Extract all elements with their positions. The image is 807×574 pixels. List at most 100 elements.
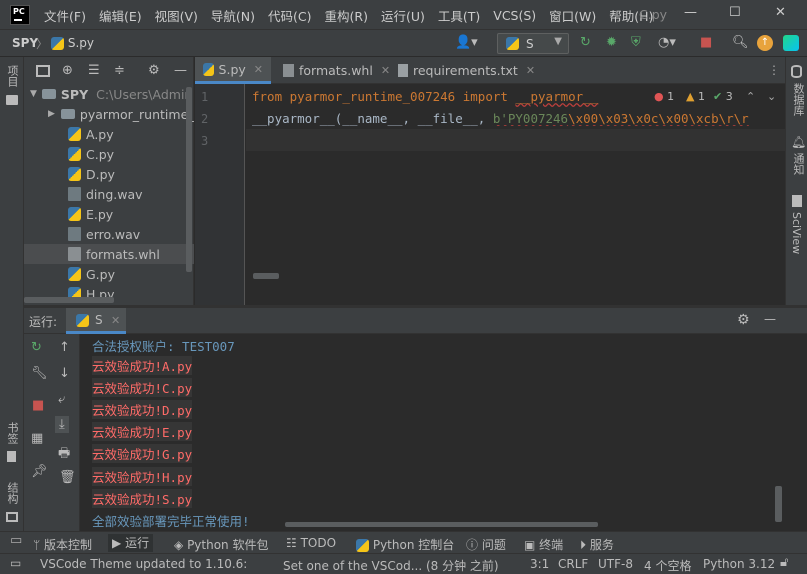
- close-icon[interactable]: ✕: [111, 314, 120, 327]
- file-encoding[interactable]: UTF-8: [598, 557, 633, 571]
- tool-problems[interactable]: ⓘ 问题: [466, 536, 506, 553]
- scroll-to-end-icon[interactable]: ⤓: [55, 416, 69, 433]
- python-interpreter[interactable]: Python 3.12: [703, 557, 775, 571]
- arrow-down-icon[interactable]: ↓: [59, 366, 70, 381]
- tree-item[interactable]: ▶ pyarmor_runtime_0: [24, 104, 194, 124]
- debug-icon[interactable]: ✹: [606, 35, 617, 50]
- breadcrumb-project[interactable]: SPY: [12, 36, 38, 50]
- print-icon[interactable]: 🖶: [58, 444, 70, 466]
- close-icon[interactable]: ✕: [775, 5, 786, 20]
- lock-icon[interactable]: 🔓︎: [780, 555, 788, 570]
- profile-icon[interactable]: ◔▾: [658, 35, 676, 50]
- caret-position[interactable]: 3:1: [530, 557, 549, 571]
- maximize-icon[interactable]: ☐: [729, 5, 741, 20]
- tree-item[interactable]: C.py: [24, 144, 194, 164]
- tab-formats-whl[interactable]: formats.whl ✕: [275, 57, 398, 84]
- tab-notifications[interactable]: 通知: [790, 153, 806, 175]
- close-icon[interactable]: ✕: [526, 64, 535, 77]
- inspection-errors[interactable]: ● 1: [654, 90, 674, 103]
- menu-navigate[interactable]: 导航(N): [211, 6, 255, 25]
- menu-run[interactable]: 运行(U): [381, 6, 425, 25]
- project-vscrollbar[interactable]: [186, 87, 192, 272]
- tree-item[interactable]: G.py: [24, 264, 194, 284]
- trash-icon[interactable]: 🗑︎: [59, 470, 76, 485]
- hide-icon[interactable]: —: [764, 312, 776, 326]
- tool-python-console[interactable]: Python 控制台: [356, 536, 454, 553]
- code-line-2[interactable]: __pyarmor__(__name__, __file__, b'PY0072…: [252, 111, 784, 126]
- tool-services[interactable]: ⏵ 服务: [580, 536, 614, 553]
- tab-sciview[interactable]: SciView: [790, 212, 803, 254]
- status-message-detail[interactable]: Set one of the VSCod... (8 分钟 之前): [283, 557, 499, 574]
- tab-structure[interactable]: 结构: [4, 482, 20, 504]
- run-tab-s[interactable]: S ✕: [66, 308, 126, 334]
- more-tabs-icon[interactable]: ⋮: [768, 63, 780, 77]
- code-line-1[interactable]: from pyarmor_runtime_007246 import __pya…: [252, 89, 598, 104]
- menu-edit[interactable]: 编辑(E): [99, 6, 142, 25]
- inspection-warnings[interactable]: ▲ 1: [686, 90, 705, 103]
- tool-run[interactable]: ▶ 运行: [108, 534, 154, 552]
- gear-icon[interactable]: ⚙: [737, 312, 750, 328]
- inspection-ok[interactable]: ✔ 3: [713, 90, 733, 103]
- soft-wrap-icon[interactable]: ⤶: [58, 392, 65, 407]
- menu-view[interactable]: 视图(V): [155, 6, 198, 25]
- tool-python-packages[interactable]: ◈ Python 软件包: [174, 536, 268, 553]
- hide-icon[interactable]: —: [174, 63, 187, 78]
- menu-code[interactable]: 代码(C): [268, 6, 311, 25]
- stop-icon[interactable]: ■: [700, 35, 712, 50]
- project-view-icon[interactable]: [36, 65, 50, 77]
- console-hscrollbar[interactable]: [285, 522, 598, 527]
- tree-item[interactable]: ding.wav: [24, 184, 194, 204]
- pin-icon[interactable]: 📌︎: [31, 464, 48, 479]
- tree-item-selected[interactable]: formats.whl: [24, 244, 194, 264]
- menu-refactor[interactable]: 重构(R): [325, 6, 368, 25]
- tool-vcs[interactable]: ᛘ 版本控制: [33, 536, 92, 553]
- breadcrumb-file[interactable]: S.py: [51, 36, 94, 50]
- coverage-icon[interactable]: ⛨: [631, 35, 641, 50]
- toolbox-icon[interactable]: [783, 35, 799, 51]
- tab-project[interactable]: 项目: [4, 65, 20, 87]
- menu-vcs[interactable]: VCS(S): [493, 8, 536, 23]
- toggle-panels-icon[interactable]: ▭: [10, 533, 22, 548]
- tree-item[interactable]: A.py: [24, 124, 194, 144]
- tool-terminal[interactable]: ▣ 终端: [524, 536, 563, 553]
- rerun-icon[interactable]: ↻: [580, 35, 591, 50]
- next-issue-icon[interactable]: ⌄: [767, 90, 776, 103]
- minimize-icon[interactable]: —: [684, 5, 697, 20]
- wrench-icon[interactable]: 🔧︎: [31, 366, 48, 381]
- menu-file[interactable]: 文件(F): [44, 6, 86, 25]
- user-icon[interactable]: 👤▾: [455, 35, 478, 50]
- arrow-up-icon[interactable]: ↑: [59, 340, 70, 355]
- close-icon[interactable]: ✕: [254, 63, 263, 76]
- tree-root[interactable]: ▼ SPY C:\Users\Admin: [24, 84, 194, 104]
- update-icon[interactable]: ↑: [757, 35, 773, 51]
- tree-item[interactable]: D.py: [24, 164, 194, 184]
- status-message[interactable]: VSCode Theme updated to 1.10.6:: [40, 557, 247, 571]
- collapse-all-icon[interactable]: ≑: [114, 63, 125, 78]
- layout-icon[interactable]: ▦: [31, 431, 43, 446]
- rerun-icon[interactable]: ↻: [31, 340, 42, 355]
- search-icon[interactable]: 🔍︎: [732, 35, 749, 50]
- line-separator[interactable]: CRLF: [558, 557, 588, 571]
- console-vscrollbar[interactable]: [775, 486, 782, 522]
- run-config-select[interactable]: S ▼: [497, 33, 569, 54]
- stop-icon[interactable]: ■: [32, 398, 44, 413]
- run-console[interactable]: 合法授权账户: TEST007 云效验成功!A.py 云效验成功!C.py 云效…: [80, 334, 807, 531]
- gear-icon[interactable]: ⚙: [148, 63, 160, 78]
- tree-item[interactable]: erro.wav: [24, 224, 194, 244]
- tab-s-py[interactable]: S.py ✕: [195, 57, 271, 84]
- project-hscrollbar[interactable]: [24, 297, 114, 303]
- prev-issue-icon[interactable]: ⌃: [746, 90, 755, 103]
- close-icon[interactable]: ✕: [381, 64, 390, 77]
- locate-icon[interactable]: ⊕: [62, 63, 73, 78]
- tree-item[interactable]: E.py: [24, 204, 194, 224]
- tab-requirements[interactable]: requirements.txt ✕: [390, 57, 543, 84]
- indent-setting[interactable]: 4 个空格: [644, 557, 691, 574]
- menu-tools[interactable]: 工具(T): [438, 6, 480, 25]
- sciview-icon: [792, 195, 802, 207]
- tab-bookmarks[interactable]: 书签: [4, 422, 20, 444]
- editor-hscrollbar[interactable]: [253, 273, 279, 279]
- menu-window[interactable]: 窗口(W): [549, 6, 596, 25]
- tab-database[interactable]: 数据库: [790, 83, 806, 116]
- tool-todo[interactable]: ☷ TODO: [286, 536, 336, 550]
- expand-all-icon[interactable]: ☰: [88, 63, 100, 78]
